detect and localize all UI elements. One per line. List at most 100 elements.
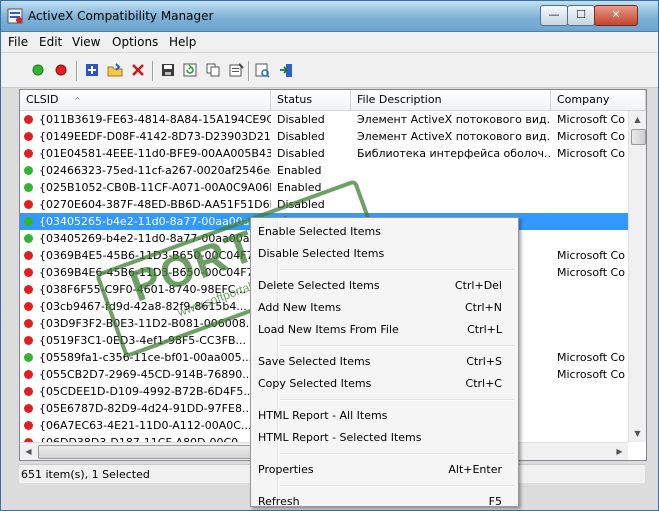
copy-icon[interactable] — [205, 62, 221, 78]
scroll-up-icon[interactable]: ▲ — [629, 111, 646, 128]
toolbar — [1, 53, 658, 88]
cell-clsid: {02466323-75ed-11cf-a267-0020af2546ea} — [39, 164, 271, 177]
cell-clsid: {0149EEDF-D08F-4142-8D73-D23903D21E... — [39, 130, 271, 143]
context-menu-item[interactable]: Load New Items From File Ctrl+L — [253, 319, 516, 339]
disabled-status-icon — [24, 404, 33, 413]
menu-edit[interactable]: Edit — [39, 35, 62, 49]
menu-item-label: Copy Selected Items — [258, 377, 372, 390]
cell-clsid: {0270E604-387F-48ED-BB6D-AA51F51D6F... — [39, 198, 271, 211]
cell-clsid: {05589fa1-c356-11ce-bf01-00aa005... — [39, 351, 253, 364]
load-icon[interactable] — [107, 62, 123, 78]
disabled-status-icon — [24, 302, 33, 311]
cell-company: Microsoft Co — [557, 147, 625, 160]
menu-file[interactable]: File — [8, 35, 28, 49]
vertical-scrollbar[interactable]: ▲ ▼ — [628, 111, 646, 442]
column-company[interactable]: Company — [551, 90, 646, 110]
menu-item-label: Properties — [258, 463, 314, 476]
menu-bar: File Edit View Options Help — [1, 32, 658, 53]
context-menu-item[interactable]: Refresh F5 — [253, 491, 516, 511]
scroll-down-icon[interactable]: ▼ — [629, 425, 646, 442]
scroll-right-icon[interactable]: ▶ — [611, 443, 628, 460]
window-title: ActiveX Compatibility Manager — [28, 9, 214, 23]
scroll-left-icon[interactable]: ◀ — [20, 443, 37, 460]
disabled-status-icon — [24, 387, 33, 396]
maximize-button[interactable]: ☐ — [567, 5, 595, 26]
menu-item-label: Enable Selected Items — [258, 225, 381, 238]
context-menu-item[interactable]: Enable Selected Items — [253, 221, 516, 241]
disabled-status-icon — [24, 268, 33, 277]
menu-item-shortcut: Ctrl+Del — [454, 279, 502, 292]
cell-company: Microsoft Co — [557, 368, 625, 381]
cell-clsid: {038F6F55-C9F0-4601-8740-98EFC... — [39, 283, 246, 296]
menu-item-shortcut: F5 — [488, 495, 502, 508]
close-button[interactable]: ✕ — [594, 5, 638, 26]
enabled-status-icon — [24, 166, 33, 175]
context-menu-item[interactable]: HTML Report - Selected Items — [253, 427, 516, 447]
cell-clsid: {03405265-b4e2-11d0-8a77-00aa00a7a5b... — [39, 215, 271, 228]
context-menu-item[interactable]: HTML Report - All Items — [253, 405, 516, 425]
column-status[interactable]: Status — [271, 90, 351, 110]
disabled-status-icon — [24, 132, 33, 141]
cell-description: Элемент ActiveX потокового вид... — [357, 113, 551, 126]
table-row[interactable]: {011B3619-FE63-4814-8A84-15A194CE9CE... D… — [20, 111, 628, 128]
enable-icon[interactable] — [30, 62, 46, 78]
menu-item-shortcut: Ctrl+S — [466, 355, 502, 368]
menu-item-label: Refresh — [258, 495, 300, 508]
title-bar[interactable]: ActiveX Compatibility Manager — ☐ ✕ — [1, 1, 658, 32]
column-file-description[interactable]: File Description — [351, 90, 551, 110]
context-menu-item[interactable]: Save Selected Items Ctrl+S — [253, 351, 516, 371]
horizontal-scroll-thumb[interactable] — [38, 445, 270, 459]
disabled-status-icon — [24, 319, 33, 328]
cell-clsid: {05E6787D-82D9-4d24-91DD-97FE8... — [39, 402, 253, 415]
delete-icon[interactable] — [130, 62, 146, 78]
cell-clsid: {03405269-b4e2-11d0-8a77-00aa00a7a... — [39, 232, 271, 245]
context-menu-item[interactable]: Disable Selected Items — [253, 243, 516, 263]
cell-clsid: {0369B4E5-45B6-11D3-B650-00C04F79... — [39, 249, 271, 262]
save-icon[interactable] — [160, 62, 176, 78]
table-row[interactable]: {02466323-75ed-11cf-a267-0020af2546ea} En… — [20, 162, 628, 179]
column-clsid[interactable]: CLSID ^ — [20, 90, 271, 110]
status-text: 651 item(s), 1 Selected — [21, 468, 150, 481]
cell-clsid: {06A7EC63-4E21-11D0-A112-00A0C... — [39, 419, 252, 432]
cell-company: Microsoft Co — [557, 266, 625, 279]
disabled-status-icon — [24, 336, 33, 345]
table-row[interactable]: {0149EEDF-D08F-4142-8D73-D23903D21E... Di… — [20, 128, 628, 145]
exit-icon[interactable] — [278, 62, 294, 78]
html-report-icon[interactable] — [254, 62, 270, 78]
cell-company: Microsoft Co — [557, 351, 625, 364]
cell-status: Enabled — [277, 181, 322, 194]
menu-separator — [280, 269, 514, 271]
cell-clsid: {011B3619-FE63-4814-8A84-15A194CE9CE... — [39, 113, 271, 126]
add-icon[interactable] — [84, 62, 100, 78]
table-row[interactable]: {0270E604-387F-48ED-BB6D-AA51F51D6F... Di… — [20, 196, 628, 213]
context-menu-item[interactable]: Add New Items Ctrl+N — [253, 297, 516, 317]
cell-clsid: {0519F3C1-0ED3-4ef1-98F5-CC3FB... — [39, 334, 246, 347]
minimize-button[interactable]: — — [540, 5, 568, 26]
disable-icon[interactable] — [53, 62, 69, 78]
context-menu-item[interactable]: Delete Selected Items Ctrl+Del — [253, 275, 516, 295]
vertical-scroll-thumb[interactable] — [631, 129, 646, 145]
menu-item-shortcut: Alt+Enter — [448, 463, 502, 476]
menu-separator — [280, 345, 514, 347]
menu-view[interactable]: View — [72, 35, 100, 49]
context-menu-item[interactable]: Properties Alt+Enter — [253, 459, 516, 479]
menu-item-label: Load New Items From File — [258, 323, 399, 336]
app-icon — [7, 8, 23, 24]
cell-status: Disabled — [277, 147, 325, 160]
context-menu-item[interactable]: Copy Selected Items Ctrl+C — [253, 373, 516, 393]
properties-icon[interactable] — [228, 62, 244, 78]
menu-item-label: Save Selected Items — [258, 355, 371, 368]
refresh-icon[interactable] — [182, 62, 198, 78]
disabled-status-icon — [24, 149, 33, 158]
menu-separator — [280, 399, 514, 401]
menu-options[interactable]: Options — [112, 35, 158, 49]
table-row[interactable]: {025B1052-CB0B-11CF-A071-00A0C9A06E... En… — [20, 179, 628, 196]
menu-item-shortcut: Ctrl+L — [467, 323, 502, 336]
cell-clsid: {01E04581-4EEE-11d0-BFE9-00AA005B4383} — [39, 147, 271, 160]
table-row[interactable]: {01E04581-4EEE-11d0-BFE9-00AA005B4383} Di… — [20, 145, 628, 162]
cell-description: Библиотека интерфейса оболоч... — [357, 147, 551, 160]
enabled-status-icon — [24, 353, 33, 362]
menu-item-shortcut: Ctrl+C — [465, 377, 502, 390]
disabled-status-icon — [24, 200, 33, 209]
menu-help[interactable]: Help — [169, 35, 196, 49]
